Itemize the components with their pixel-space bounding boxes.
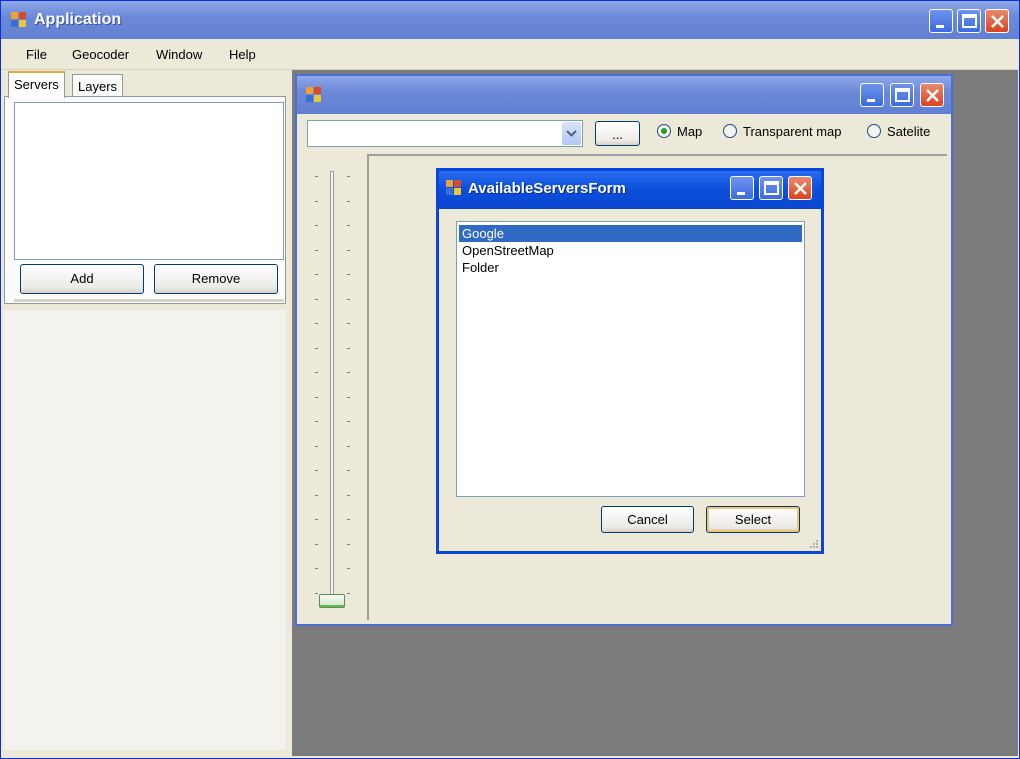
radio-transparent-map-label: Transparent map	[743, 124, 842, 139]
radio-indicator	[723, 124, 737, 138]
radio-transparent-map[interactable]: Transparent map	[723, 124, 842, 139]
dialog-titlebar[interactable]: AvailableServersForm	[439, 171, 821, 209]
slider-tick	[347, 543, 350, 545]
application-icon	[446, 180, 462, 196]
map-window-titlebar[interactable]	[297, 76, 951, 114]
slider-tick	[347, 176, 350, 177]
maximize-icon	[764, 181, 779, 195]
slider-tick	[315, 200, 318, 202]
slider-tick	[315, 396, 318, 398]
radio-satellite-label: Satelite	[887, 124, 931, 139]
slider-tick	[347, 470, 350, 471]
remove-button[interactable]: Remove	[154, 264, 278, 294]
slider-tick	[315, 445, 318, 447]
slider-tick	[315, 543, 318, 545]
menu-window[interactable]: Window	[156, 47, 202, 62]
slider-tick	[347, 445, 350, 447]
slider-tick	[315, 421, 318, 422]
list-item-google[interactable]: Google	[459, 225, 802, 242]
browse-button[interactable]: ...	[595, 121, 640, 146]
available-servers-dialog: AvailableServersForm Google OpenStreetMa…	[436, 168, 824, 554]
tab-layers[interactable]: Layers	[72, 74, 124, 98]
slider-tick	[347, 519, 350, 520]
slider-tick	[347, 298, 350, 300]
resize-grip-icon[interactable]	[809, 539, 819, 549]
slider-tick	[315, 592, 318, 594]
application-icon	[306, 87, 322, 103]
servers-listbox[interactable]: Google OpenStreetMap Folder	[456, 221, 805, 497]
menu-bar: File Geocoder Window Help	[2, 39, 1018, 70]
slider-tick	[315, 372, 318, 373]
splitter[interactable]	[14, 299, 284, 302]
minimize-icon	[737, 192, 745, 195]
slider-tick	[315, 225, 318, 226]
maximize-icon	[895, 88, 910, 102]
slider-tick	[315, 519, 318, 520]
cancel-button[interactable]: Cancel	[601, 506, 694, 533]
slider-tick	[347, 200, 350, 202]
zoom-slider-track[interactable]	[330, 171, 334, 601]
menu-help[interactable]: Help	[229, 47, 256, 62]
slider-tick	[347, 249, 350, 251]
maximize-button[interactable]	[957, 9, 981, 33]
zoom-slider-thumb[interactable]	[319, 594, 345, 608]
app-title: Application	[34, 11, 122, 28]
close-button[interactable]	[985, 9, 1009, 33]
radio-map[interactable]: Map	[657, 124, 702, 139]
map-minimize-button[interactable]	[860, 83, 884, 107]
slider-tick	[347, 323, 350, 324]
maximize-icon	[962, 14, 977, 28]
dialog-maximize-button[interactable]	[759, 176, 783, 200]
close-icon	[926, 89, 939, 102]
slider-tick	[347, 372, 350, 373]
server-combobox[interactable]	[307, 120, 583, 147]
slider-tick	[315, 470, 318, 471]
left-bottom-area	[4, 310, 286, 750]
slider-tick	[315, 568, 318, 569]
slider-tick	[347, 568, 350, 569]
slider-tick	[347, 347, 350, 349]
minimize-icon	[867, 99, 875, 102]
dialog-close-button[interactable]	[788, 176, 812, 200]
slider-tick	[347, 274, 350, 275]
radio-indicator	[657, 124, 671, 138]
add-button[interactable]: Add	[20, 264, 144, 294]
close-icon	[991, 15, 1004, 28]
slider-tick	[347, 494, 350, 496]
slider-tick	[315, 274, 318, 275]
chevron-down-icon	[566, 130, 577, 137]
map-maximize-button[interactable]	[890, 83, 914, 107]
combo-dropdown-button[interactable]	[562, 122, 581, 145]
servers-list[interactable]	[14, 102, 284, 260]
minimize-icon	[936, 25, 944, 28]
radio-map-label: Map	[677, 124, 703, 139]
close-icon	[794, 182, 807, 195]
list-item-folder[interactable]: Folder	[459, 259, 802, 276]
slider-tick	[315, 494, 318, 496]
slider-tick	[347, 396, 350, 398]
slider-tick	[347, 421, 350, 422]
menu-geocoder[interactable]: Geocoder	[72, 47, 129, 62]
slider-tick	[347, 592, 350, 594]
slider-tick	[315, 249, 318, 251]
radio-indicator	[867, 124, 881, 138]
dialog-title: AvailableServersForm	[468, 180, 626, 197]
select-button[interactable]: Select	[706, 506, 800, 533]
radio-satellite[interactable]: Satelite	[867, 124, 930, 139]
minimize-button[interactable]	[929, 9, 953, 33]
tab-servers[interactable]: Servers	[8, 71, 65, 98]
menu-file[interactable]: File	[26, 47, 47, 62]
dialog-minimize-button[interactable]	[730, 176, 754, 200]
main-titlebar[interactable]: Application	[1, 1, 1019, 39]
slider-tick	[315, 347, 318, 349]
application-icon	[11, 12, 27, 28]
list-item-openstreetmap[interactable]: OpenStreetMap	[459, 242, 802, 259]
slider-tick	[315, 298, 318, 300]
slider-tick	[347, 225, 350, 226]
slider-tick	[315, 176, 318, 177]
map-close-button[interactable]	[920, 83, 944, 107]
slider-tick	[315, 323, 318, 324]
